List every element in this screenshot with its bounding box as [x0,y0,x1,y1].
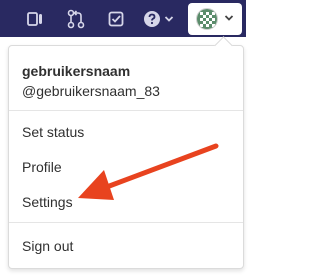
dropdown-caret [214,36,233,55]
user-handle: @gebruikersnaam_83 [22,83,160,99]
top-navigation-bar [0,0,246,37]
sidebar-toggle-icon[interactable] [26,8,44,30]
todo-icon[interactable] [107,8,125,30]
chevron-down-icon [224,10,234,28]
avatar [196,8,218,30]
user-dropdown-menu: gebruikersnaam @gebruikersnaam_83 Set st… [8,36,244,269]
menu-item-settings[interactable]: Settings [9,187,243,217]
user-menu-button[interactable] [188,3,242,35]
username: gebruikersnaam [22,63,131,79]
help-icon[interactable] [143,8,161,30]
menu-item-sign-out[interactable]: Sign out [9,231,243,261]
menu-item-set-status[interactable]: Set status [9,117,243,147]
menu-item-profile[interactable]: Profile [9,152,243,182]
merge-request-icon[interactable] [67,8,85,30]
divider [9,222,243,223]
divider [9,110,243,111]
chevron-down-icon[interactable] [164,8,174,30]
